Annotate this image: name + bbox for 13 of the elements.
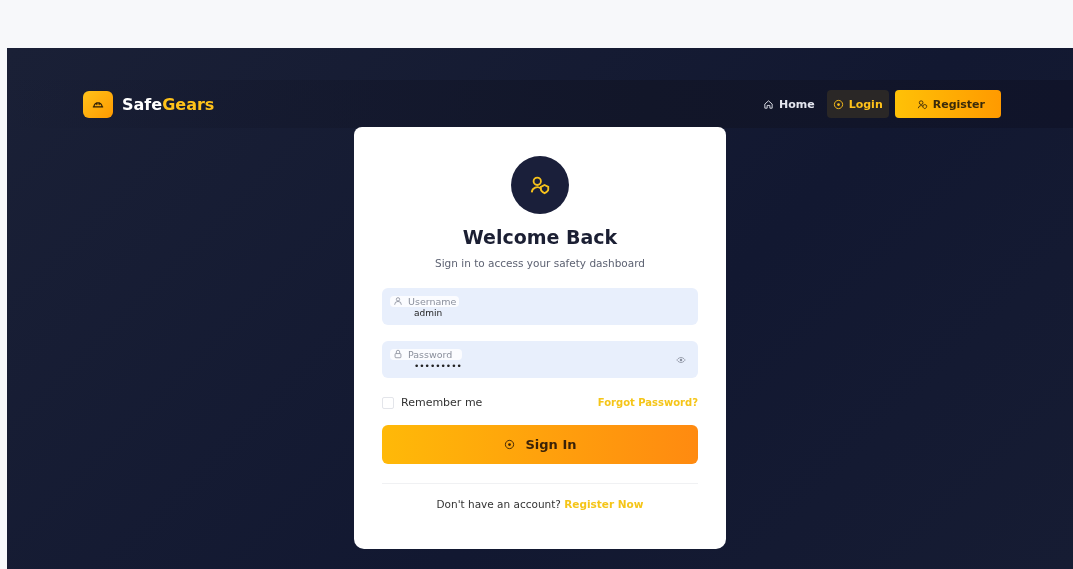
sign-in-button[interactable]: Sign In xyxy=(382,425,698,464)
card-title: Welcome Back xyxy=(462,226,618,248)
checkbox-label: Remember me xyxy=(401,396,483,409)
card-subtitle: Sign in to access your safety dashboard xyxy=(435,257,645,269)
nav-link[interactable]: Home xyxy=(757,90,821,118)
brand-name: SafeGears xyxy=(122,94,215,114)
field-label: Username xyxy=(408,295,457,307)
register-button[interactable]: Register xyxy=(894,90,1001,118)
password-field[interactable]: Password ••••••••• xyxy=(382,341,698,378)
username-field[interactable]: Username admin xyxy=(382,288,698,325)
nav-link[interactable]: Login xyxy=(826,90,889,118)
field-label: Password xyxy=(408,348,453,360)
footer-text: Don't have an account? xyxy=(436,498,562,510)
